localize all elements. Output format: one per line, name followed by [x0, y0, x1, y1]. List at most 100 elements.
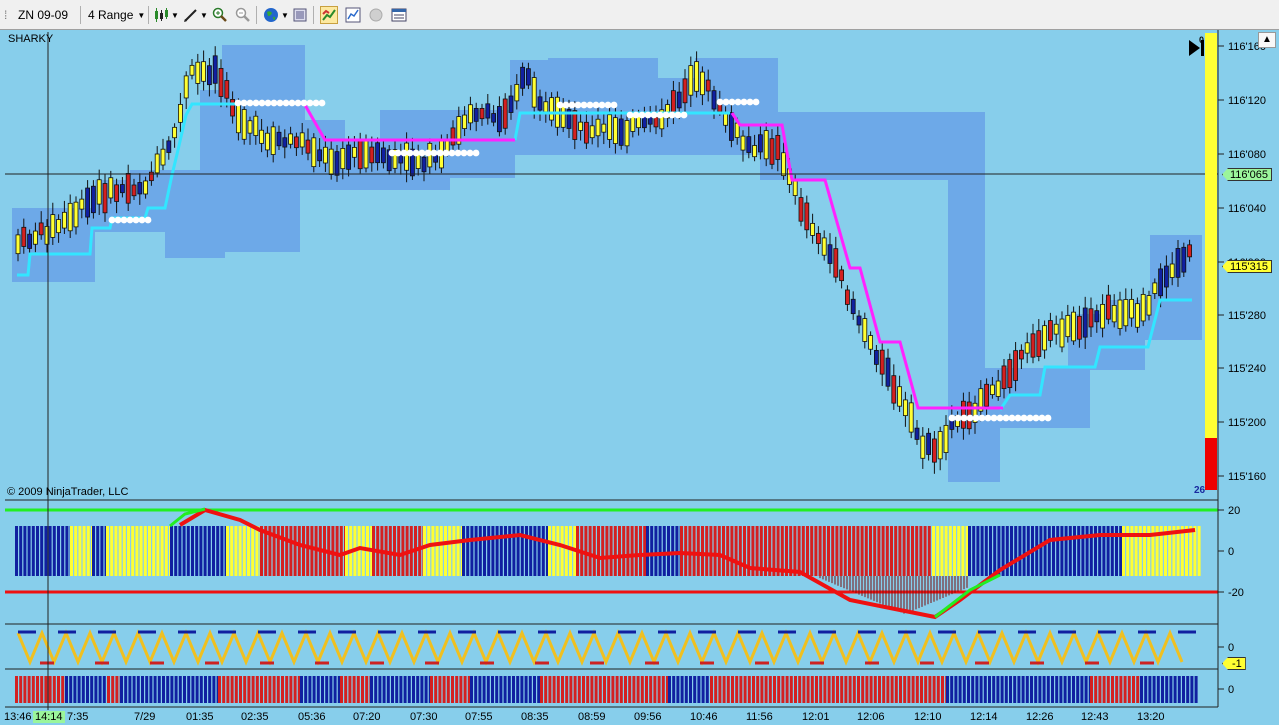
bottom-bar: [1119, 676, 1123, 703]
bottom-bar: [975, 676, 979, 703]
bottom-bar: [756, 676, 760, 703]
osc-bar: [82, 526, 86, 576]
time-axis-label: 12:26: [1026, 711, 1054, 723]
candle-body: [908, 402, 914, 433]
candle-body: [891, 375, 897, 404]
osc-bar: [658, 526, 662, 576]
chevron-down-icon[interactable]: ▼: [171, 5, 179, 25]
period-selector[interactable]: 4 Range ▼: [88, 5, 145, 25]
signal-dot: [644, 111, 652, 119]
signal-dot: [586, 101, 594, 109]
osc-bar: [1043, 526, 1047, 576]
price-chart[interactable]: [0, 30, 1279, 725]
line-chart-icon[interactable]: [344, 6, 362, 24]
bottom-bar: [120, 676, 123, 703]
chevron-down-icon[interactable]: ▼: [200, 5, 208, 25]
osc-axis-label: 0: [1228, 546, 1235, 558]
candle-body: [572, 110, 578, 140]
osc-bar: [238, 526, 242, 576]
bottom-bar: [403, 676, 407, 703]
osc-bar: [622, 526, 626, 576]
bottom-bar: [676, 676, 680, 703]
play-forward-icon[interactable]: [1187, 38, 1207, 58]
osc-bar: [560, 526, 564, 576]
draw-pencil-icon[interactable]: [182, 6, 200, 24]
osc-bar: [738, 526, 742, 576]
period-label: 4 Range: [88, 8, 134, 22]
osc-bar: [936, 526, 940, 576]
bottom-bar: [386, 676, 390, 703]
bottom-bar: [911, 676, 915, 703]
candle-body: [804, 202, 810, 231]
record-icon[interactable]: [367, 6, 385, 24]
bottom-bar: [552, 676, 556, 703]
osc-bar: [873, 526, 877, 576]
zoom-out-icon[interactable]: [234, 6, 252, 24]
signal-dot: [610, 101, 618, 109]
globe-icon[interactable]: [262, 6, 280, 24]
properties-icon[interactable]: [291, 6, 309, 24]
candle-body: [131, 184, 137, 197]
osc-bar: [487, 526, 491, 576]
osc-bar: [170, 526, 173, 576]
bottom-bar: [636, 676, 640, 703]
bottom-bar: [722, 676, 726, 703]
chevron-down-icon[interactable]: ▼: [281, 5, 289, 25]
time-axis-label: 12:10: [914, 711, 942, 723]
signal-dot: [276, 99, 284, 107]
instrument-selector[interactable]: ZN 09-09: [18, 5, 68, 25]
osc-bar: [541, 526, 545, 576]
signal-dot: [264, 99, 272, 107]
osc-bar: [44, 526, 48, 576]
osc-bar: [207, 526, 211, 576]
bottom-bar: [1080, 676, 1084, 703]
candlestick-icon[interactable]: [152, 6, 170, 24]
osc-bar: [40, 526, 44, 576]
osc-bar: [212, 526, 215, 576]
bottom-bar: [697, 676, 701, 703]
osc-bar: [474, 526, 478, 576]
time-axis-label: 10:46: [690, 711, 718, 723]
candle-body: [1013, 350, 1018, 381]
osc-bar: [848, 526, 851, 576]
bottom-bar: [1038, 676, 1042, 703]
bottom-bar: [132, 676, 136, 703]
volume-gauge-fill: [1205, 33, 1217, 438]
osc-bar: [220, 526, 224, 576]
bottom-bar: [701, 676, 705, 703]
bottom-bar: [747, 676, 751, 703]
bottom-bar: [1161, 676, 1164, 703]
candle-body: [79, 198, 85, 210]
bottom-bar: [714, 676, 718, 703]
oscillator-panel: [5, 507, 1218, 620]
bottom-bar: [325, 676, 329, 703]
bottom-bar: [136, 676, 140, 703]
time-axis-label: 7/29: [134, 711, 156, 723]
bottom-bar: [1132, 676, 1135, 703]
candle-body: [282, 137, 288, 148]
signal-dot: [318, 99, 326, 107]
bottom-bar: [399, 676, 403, 703]
osc-bar: [810, 526, 814, 576]
bar-chart-icon[interactable]: [320, 6, 338, 24]
candle-body: [932, 438, 937, 463]
zoom-in-icon[interactable]: [211, 6, 229, 24]
bottom-bar: [115, 676, 119, 703]
bottom-bar: [865, 676, 869, 703]
data-box-icon[interactable]: [390, 6, 408, 24]
candle-body: [653, 116, 659, 128]
osc-bar: [877, 526, 881, 576]
candle-body: [247, 120, 253, 134]
bottom-bar: [1084, 676, 1088, 703]
bottom-bar: [365, 676, 369, 703]
osc-bar: [178, 526, 182, 576]
bottom-bar: [1076, 676, 1080, 703]
candle-body: [491, 113, 497, 123]
osc-bar: [285, 526, 289, 576]
bottom-bar: [348, 676, 352, 703]
candle-body: [1146, 295, 1152, 316]
scroll-up-icon[interactable]: ▲: [1258, 32, 1276, 48]
bottom-bar: [840, 676, 844, 703]
bottom-bar: [954, 676, 958, 703]
candle-body: [38, 222, 44, 236]
